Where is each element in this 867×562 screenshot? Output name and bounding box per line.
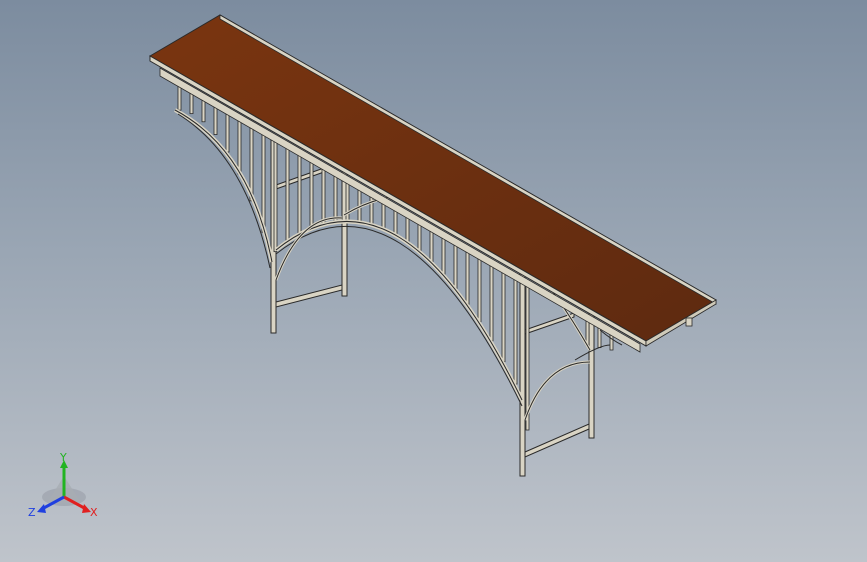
deck-stringer [159, 67, 641, 353]
hanger-0 [177, 85, 182, 111]
hanger-23 [453, 244, 458, 289]
hanger-25 [477, 258, 482, 323]
hanger-22 [441, 237, 446, 275]
hanger-4 [225, 113, 230, 153]
z-axis-label: Z [28, 506, 36, 519]
hanger-10 [297, 154, 302, 236]
z-axis-arrowhead [37, 504, 46, 513]
hanger-1 [189, 92, 194, 115]
hanger-13 [333, 175, 338, 223]
bridge-deck[interactable] [149, 14, 717, 353]
hanger-27 [501, 272, 506, 363]
right-pier-front-leg [519, 267, 526, 477]
hanger-26 [489, 265, 494, 342]
bridge-model-view[interactable]: Y X Z [0, 0, 867, 562]
hanger-9 [285, 148, 290, 243]
hanger-3 [213, 106, 218, 135]
deck-bracket [685, 317, 693, 327]
hanger-24 [465, 251, 470, 305]
hanger-21 [429, 230, 434, 263]
hanger-7 [261, 134, 266, 233]
deck-front-edge [149, 55, 647, 347]
x-axis-label: X [90, 506, 98, 519]
hanger-17 [381, 203, 386, 230]
y-axis-label: Y [59, 451, 67, 464]
hanger-5 [237, 120, 242, 175]
hanger-18 [393, 210, 398, 235]
hanger-11 [309, 161, 314, 230]
hanger-14 [345, 182, 350, 222]
hanger-28 [513, 279, 518, 385]
graphics-viewport[interactable]: Y X Z [0, 0, 867, 562]
axis-triad[interactable]: Y X Z [28, 451, 98, 519]
hanger-8 [273, 141, 278, 253]
hanger-20 [417, 223, 422, 252]
hanger-2 [201, 99, 206, 123]
deck-top-surface[interactable] [149, 14, 717, 342]
hanger-19 [405, 217, 410, 243]
hanger-32 [609, 334, 614, 351]
hanger-12 [321, 168, 326, 226]
